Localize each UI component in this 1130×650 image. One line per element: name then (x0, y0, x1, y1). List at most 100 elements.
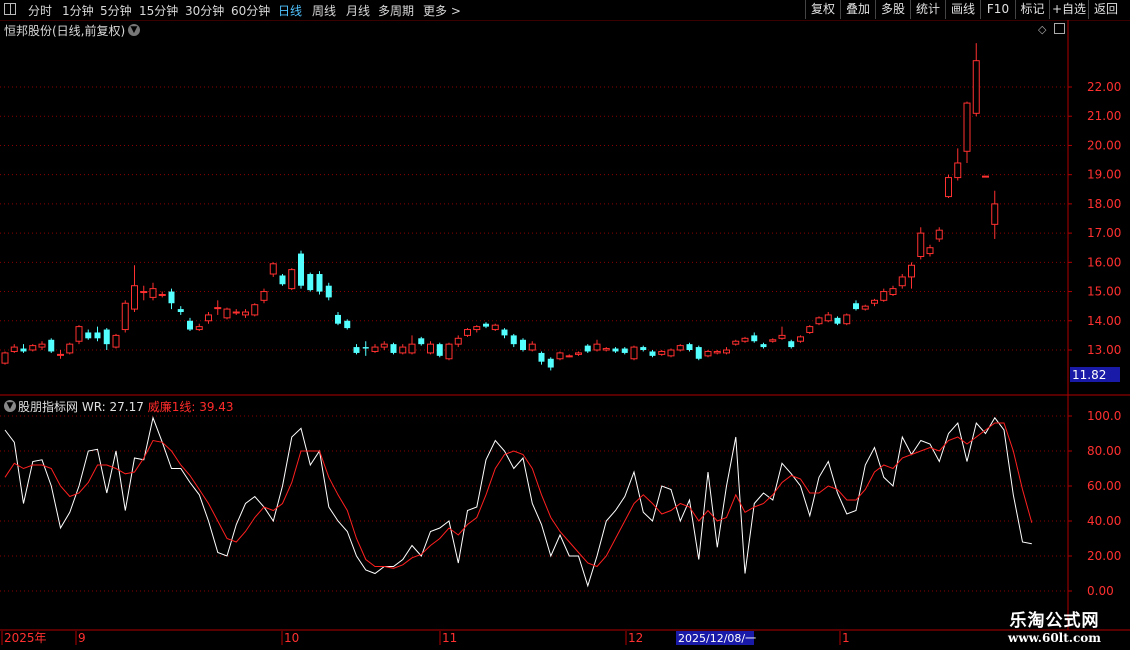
wr-lines (4, 416, 1033, 588)
candle-body-up (815, 317, 823, 325)
candle-body-up (223, 308, 231, 319)
candle-body-up (926, 247, 934, 255)
candle-body-up (140, 291, 148, 294)
candle-body-up (214, 307, 222, 310)
candle-body-up (908, 264, 915, 278)
candle-body-up (149, 288, 157, 298)
candle-body-down (834, 317, 841, 324)
candle-body-up (260, 291, 268, 301)
candle-body-up (75, 326, 83, 342)
candle-body-up (251, 304, 259, 316)
chart-frame (0, 20, 1130, 631)
candle-body-down (547, 358, 554, 368)
candle-body-down (168, 291, 175, 304)
candle-body-up (880, 291, 888, 301)
x-axis-label: 10 (284, 631, 299, 645)
price-tick-label: 22.00 (1087, 80, 1121, 94)
candle-body-down (20, 348, 27, 352)
wr-tick-label: 80.00 (1087, 444, 1121, 458)
wr-tick-label: 40.00 (1087, 514, 1121, 528)
candle-body-down (325, 285, 332, 298)
candle-body-up (889, 288, 897, 295)
wr-avg-line (4, 422, 1033, 569)
candle-body-down (520, 339, 526, 350)
candle-body-down (187, 320, 193, 330)
candle-body-up (158, 293, 166, 296)
price-tick-label: 19.00 (1087, 168, 1121, 182)
watermark: 乐淘公式网 www.60lt.com (982, 606, 1127, 648)
candle-body-up (10, 346, 18, 352)
wr-tick-label: 60.00 (1087, 479, 1121, 493)
candle-body-up (269, 263, 277, 275)
candle-body-up (732, 340, 740, 345)
watermark-url: www.60lt.com (1008, 631, 1101, 645)
candle-body-up (473, 326, 481, 331)
candle-body-down (177, 309, 184, 313)
candle-body-down (695, 347, 702, 359)
candle-body-up (399, 346, 407, 354)
price-tick-label: 13.00 (1087, 343, 1121, 357)
candle-body-down (362, 347, 369, 349)
candle-body-up (723, 349, 730, 354)
candlesticks (1, 43, 999, 371)
candle-body-up (464, 329, 471, 336)
x-axis-label: 9 (78, 631, 86, 645)
candle-body-down (538, 352, 545, 362)
candle-body-up (205, 314, 212, 322)
candle-body-up (954, 162, 962, 179)
candle-body-up (288, 269, 296, 290)
candle-body-up (871, 299, 878, 304)
candle-body-up (704, 350, 712, 357)
candle-body-down (48, 339, 55, 352)
candle-body-up (602, 348, 610, 351)
candle-body-down (279, 275, 286, 285)
candle-body-up (824, 314, 832, 322)
candle-body-down (103, 329, 110, 345)
candle-body-down (436, 344, 443, 356)
grid-lines (0, 86, 1072, 592)
candle-body-up (565, 355, 573, 358)
candle-body-up (630, 346, 638, 360)
candle-body-down (94, 332, 101, 339)
price-tick-label: 18.00 (1087, 197, 1121, 211)
candle-body-up (593, 343, 601, 351)
watermark-title: 乐淘公式网 (1009, 611, 1100, 631)
axis-labels: 22.00 21.00 20.00 19.00 18.00 17.00 16.00 15.00… (1, 80, 1121, 645)
candle-body-down (621, 348, 628, 353)
candle-body-down (353, 347, 360, 353)
candle-body-up (29, 345, 37, 351)
wr-tick-label: 0.00 (1087, 584, 1114, 598)
candle-body-down (501, 329, 508, 336)
candle-body-down (390, 344, 397, 353)
candle-body-up (861, 305, 869, 310)
candle-body-up (454, 337, 462, 345)
candle-body-up (741, 337, 749, 342)
candle-body-down (584, 345, 591, 352)
x-axis-label: 12 (628, 631, 643, 645)
candle-body-up (121, 302, 129, 331)
candle-body-down (686, 344, 693, 350)
candle-body-down (788, 341, 795, 348)
candle-body-down (418, 338, 425, 345)
candle-body-up (898, 276, 906, 287)
candle-body-down (307, 274, 314, 291)
candle-body-up (713, 350, 721, 354)
candle-body-up (806, 326, 814, 333)
x-axis-label: 1 (842, 631, 850, 645)
candle-body-down (649, 351, 656, 356)
stock-chart[interactable]: 22.00 21.00 20.00 19.00 18.00 17.00 16.00 15.00… (0, 0, 1130, 650)
wr-tick-label: 20.00 (1087, 549, 1121, 563)
price-tick-label: 14.00 (1087, 314, 1121, 328)
candle-body-up (797, 336, 804, 342)
candle-body-down (640, 347, 647, 350)
candle-body-up (778, 334, 786, 339)
candle-body-up (232, 311, 240, 314)
candle-body-down (483, 323, 489, 327)
candle-body-up (991, 203, 999, 225)
candle-body-down (335, 314, 341, 324)
price-tick-label: 20.00 (1087, 138, 1121, 152)
wr-tick-label: 100.0 (1087, 409, 1121, 423)
candle-body-up (66, 343, 74, 354)
x-axis-label: 2025年 (4, 631, 47, 645)
wr-line (4, 416, 1032, 588)
